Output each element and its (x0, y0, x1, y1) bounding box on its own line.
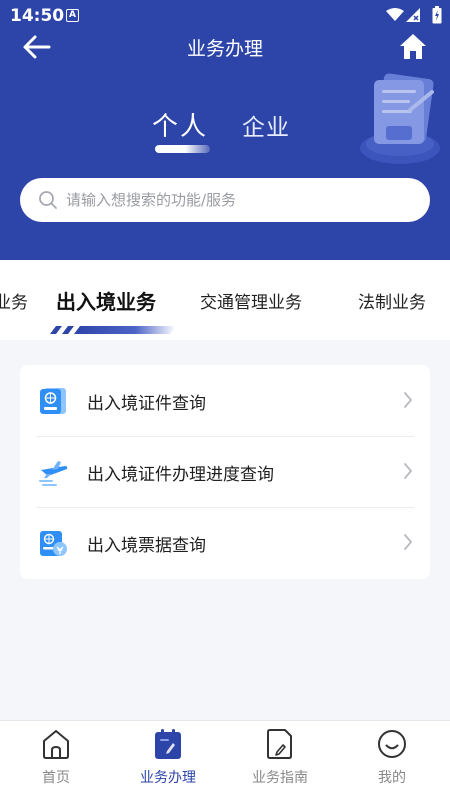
search-input[interactable] (66, 186, 406, 214)
tabbar-label: 首页 (42, 770, 70, 786)
business-icon (155, 729, 181, 759)
tabbar-business[interactable]: 业务办理 (112, 721, 224, 800)
search-bar[interactable] (20, 178, 430, 222)
service-progress-query[interactable]: 出入境证件办理进度查询 (20, 436, 430, 507)
service-label: 出入境证件办理进度查询 (87, 465, 274, 485)
header-banner: 14:50 A 业务办理 个人 企业 (0, 0, 450, 260)
tab-active-indicator (50, 326, 176, 334)
airplane-icon (39, 461, 68, 486)
service-list: 出入境证件查询 出入境证件办理进度查询 出入境票据查询 (20, 365, 430, 579)
tabbar-label: 我的 (378, 770, 406, 786)
battery-icon (432, 6, 442, 24)
segment-enterprise[interactable]: 企业 (242, 108, 290, 142)
service-document-query[interactable]: 出入境证件查询 (20, 365, 430, 436)
chevron-right-icon (404, 463, 413, 479)
service-receipt-query[interactable]: 出入境票据查询 (20, 507, 430, 578)
status-bar: 14:50 A (0, 0, 450, 32)
tabbar-mine[interactable]: 我的 (336, 721, 448, 800)
segment-personal[interactable]: 个人 (152, 106, 208, 143)
notification-badge: A (66, 9, 79, 22)
page-title: 业务办理 (186, 38, 263, 60)
service-label: 出入境证件查询 (87, 394, 206, 414)
tab-legal[interactable]: 法制业务 (358, 288, 426, 313)
search-icon (39, 191, 57, 209)
service-label: 出入境票据查询 (87, 536, 206, 556)
tabbar-label: 业务办理 (140, 770, 196, 786)
tabbar-guide[interactable]: 业务指南 (224, 721, 336, 800)
tab-prev-category[interactable]: 业务 (0, 288, 28, 313)
bottom-tab-bar: 首页 业务办理 业务指南 我的 (0, 720, 450, 800)
tabbar-label: 业务指南 (252, 770, 308, 786)
guide-icon (267, 729, 292, 759)
signal-icon (406, 8, 420, 22)
wifi-icon (386, 8, 404, 21)
tab-traffic-management[interactable]: 交通管理业务 (200, 288, 302, 313)
chevron-right-icon (404, 392, 413, 408)
tab-exit-entry[interactable]: 出入境业务 (56, 286, 156, 315)
tabbar-home[interactable]: 首页 (0, 721, 112, 800)
home-outline-icon (43, 730, 69, 759)
chevron-right-icon (404, 534, 413, 550)
smiley-icon (378, 730, 406, 758)
passport-icon (40, 388, 66, 414)
status-time: 14:50 (10, 6, 65, 26)
navigation-bar: 业务办理 (0, 30, 450, 64)
document-illustration (360, 73, 440, 164)
segment-active-indicator (155, 145, 210, 153)
home-icon[interactable] (398, 32, 428, 62)
receipt-icon (40, 531, 67, 556)
